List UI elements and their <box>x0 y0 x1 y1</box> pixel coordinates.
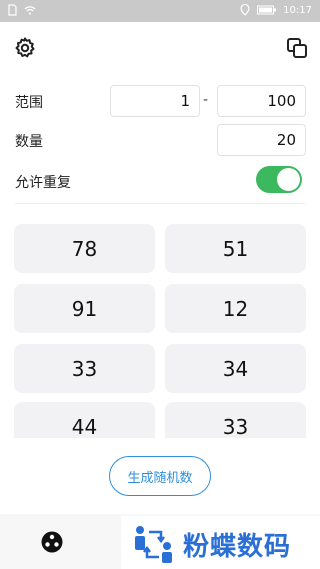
repeat-label: 允许重复 <box>15 175 71 191</box>
status-bar: 10:17 <box>0 0 320 22</box>
watermark-logo <box>135 526 172 563</box>
bottom-bar: 粉蝶数码 <box>0 514 320 569</box>
result-cell[interactable]: 33 <box>165 402 306 438</box>
count-label: 数量 <box>15 134 43 150</box>
sim-card-icon <box>8 4 17 16</box>
dice-icon[interactable] <box>40 530 64 554</box>
watermark: 粉蝶数码 <box>121 516 320 569</box>
result-cell[interactable]: 44 <box>14 402 155 438</box>
result-cell[interactable]: 12 <box>165 284 306 333</box>
result-cell[interactable]: 34 <box>165 344 306 393</box>
wifi-icon <box>24 6 36 15</box>
range-max-input[interactable]: 100 <box>217 85 306 117</box>
top-bar <box>0 22 320 74</box>
count-input[interactable]: 20 <box>217 124 306 156</box>
battery-icon <box>257 5 277 15</box>
location-icon <box>240 4 250 16</box>
result-cell[interactable]: 78 <box>14 224 155 273</box>
status-time: 10:17 <box>283 4 312 16</box>
range-min-input[interactable]: 1 <box>110 85 200 117</box>
gear-icon[interactable] <box>13 36 37 60</box>
copy-icon[interactable] <box>285 36 309 60</box>
status-left <box>6 4 36 16</box>
toggle-knob <box>277 168 300 191</box>
result-cell[interactable]: 33 <box>14 344 155 393</box>
result-cell[interactable]: 51 <box>165 224 306 273</box>
generate-button[interactable]: 生成随机数 <box>109 456 211 496</box>
divider <box>15 203 305 204</box>
result-cell[interactable]: 91 <box>14 284 155 333</box>
results-grid: 78 51 91 12 33 34 44 33 <box>0 224 320 438</box>
range-separator: - <box>203 92 209 108</box>
range-label: 范围 <box>15 95 43 111</box>
watermark-text: 粉蝶数码 <box>183 532 292 562</box>
repeat-toggle[interactable] <box>256 166 302 193</box>
status-right: 10:17 <box>239 4 312 16</box>
